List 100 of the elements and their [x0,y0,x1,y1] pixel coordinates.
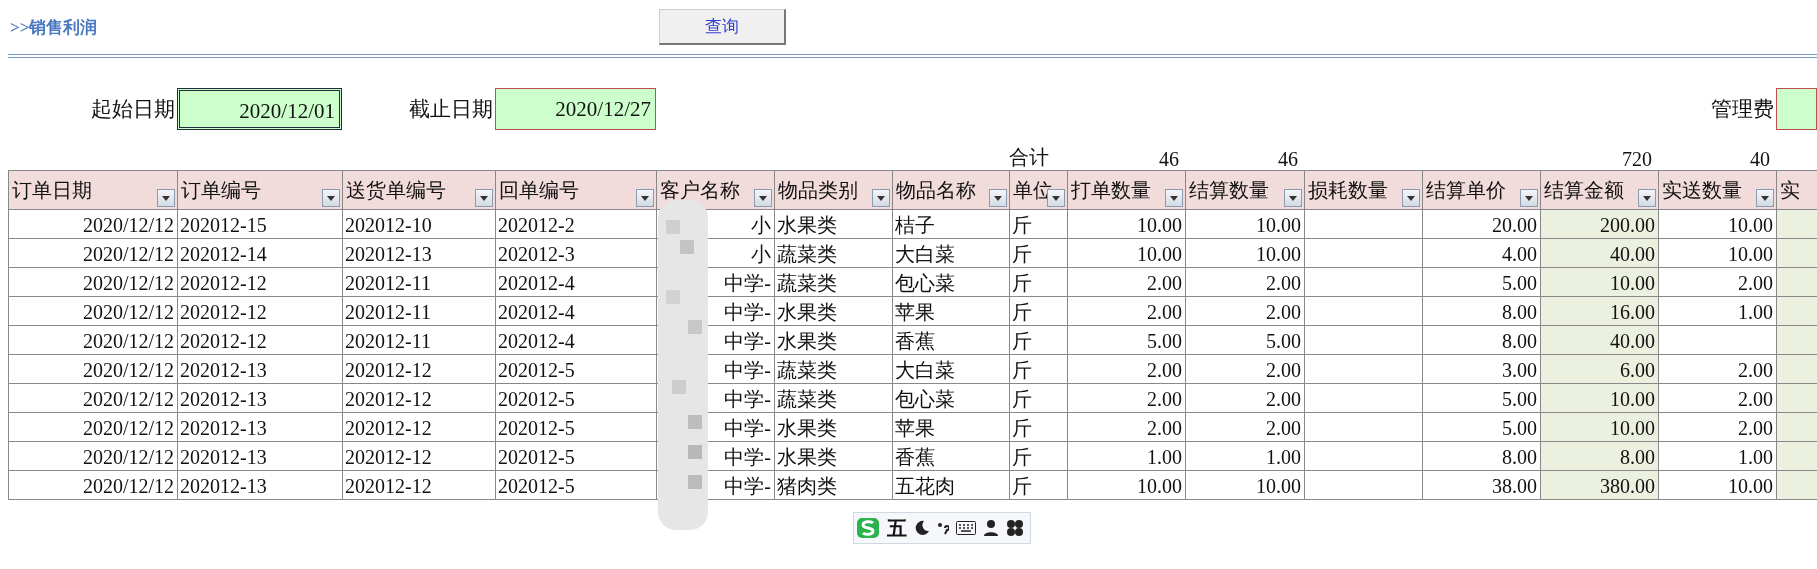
table-cell: 2.00 [1186,384,1305,413]
table-cell: 202012-11 [343,297,496,326]
table-cell: 202012-12 [343,471,496,500]
table-cell: 2020/12/12 [9,471,178,500]
table-cell: 202012-12 [178,268,343,297]
table-cell: 10.00 [1541,384,1659,413]
table-cell [1777,268,1817,297]
table-cell: 10.00 [1068,239,1186,268]
column-header: 物品类别 [775,171,893,210]
date-field[interactable] [1776,88,1817,130]
filter-dropdown[interactable] [872,189,890,207]
table-cell: 1.00 [1186,442,1305,471]
table-cell: 猪肉类 [775,471,893,500]
table-cell: 苹果 [893,413,1010,442]
table-cell: 斤 [1010,413,1068,442]
table-cell: 包心菜 [893,268,1010,297]
table-cell: 2020/12/12 [9,326,178,355]
filter-dropdown[interactable] [1284,189,1302,207]
table-cell: 斤 [1010,384,1068,413]
table-cell: 202012-10 [343,210,496,239]
caret-icon [1170,195,1178,201]
clover-icon[interactable] [1006,519,1024,537]
filter-dropdown[interactable] [322,189,340,207]
table-cell: 蔬菜类 [775,355,893,384]
caret-icon [1761,195,1769,201]
table-cell: 202012-11 [343,268,496,297]
table-cell: 2.00 [1068,355,1186,384]
keyboard-icon[interactable] [956,521,976,535]
table-cell: 2.00 [1068,384,1186,413]
table-cell: 202012-11 [343,326,496,355]
table-cell: 大白菜 [893,239,1010,268]
column-header: 回单编号 [496,171,657,210]
table-cell: 大白菜 [893,355,1010,384]
table-cell: 16.00 [1541,297,1659,326]
table-cell: 水果类 [775,413,893,442]
caret-icon [1407,195,1415,201]
column-header: 结算金额 [1541,171,1659,210]
table-cell [1777,471,1817,500]
table-cell: 水果类 [775,210,893,239]
table-cell: 2020/12/12 [9,413,178,442]
table-cell: 2.00 [1186,355,1305,384]
query-button[interactable]: 查询 [659,9,786,45]
input-mode[interactable]: 五 [887,514,907,542]
total-value: 720 [1621,148,1653,171]
logo-icon[interactable] [856,517,880,539]
filter-dropdown[interactable] [157,189,175,207]
table-cell: 2020/12/12 [9,384,178,413]
filter-dropdown[interactable] [636,189,654,207]
table-cell: 斤 [1010,355,1068,384]
table-cell: 40.00 [1541,326,1659,355]
column-header: 物品名称 [893,171,1010,210]
table-cell [1777,413,1817,442]
column-header: 订单编号 [178,171,343,210]
table-cell: 6.00 [1541,355,1659,384]
user-icon[interactable] [983,519,999,537]
table-cell: 202012-4 [496,326,657,355]
total-value: 46 [1277,148,1299,171]
table-cell [1777,355,1817,384]
date-field[interactable]: 2020/12/27 [495,88,656,130]
filter-dropdown[interactable] [754,189,772,207]
caret-icon [1525,195,1533,201]
filter-dropdown[interactable] [1638,189,1656,207]
table-cell: 10.00 [1068,471,1186,500]
table-cell: 斤 [1010,326,1068,355]
table-cell: 2020/12/12 [9,355,178,384]
table-cell: 斤 [1010,442,1068,471]
table-cell: 380.00 [1541,471,1659,500]
table-cell: 2.00 [1068,413,1186,442]
caret-icon [1052,195,1060,201]
column-header: 送货单编号 [343,171,496,210]
table-cell: 202012-13 [178,413,343,442]
table-cell: 2020/12/12 [9,297,178,326]
filter-dropdown[interactable] [1756,189,1774,207]
filter-label: 起始日期 [90,96,176,123]
caret-icon [480,195,488,201]
date-field[interactable]: 2020/12/01 [177,88,342,130]
filter-dropdown[interactable] [1520,189,1538,207]
table-cell: 2.00 [1186,268,1305,297]
table-cell: 2.00 [1068,297,1186,326]
sheet-title: >>销售利润 [10,16,99,39]
table-cell: 2.00 [1068,268,1186,297]
moon-icon[interactable] [914,520,930,536]
table-cell: 斤 [1010,239,1068,268]
table-cell: 5.00 [1186,326,1305,355]
table-cell [1777,384,1817,413]
filter-dropdown[interactable] [1402,189,1420,207]
punctuation-icon[interactable] [937,520,949,536]
table-cell [1777,326,1817,355]
table-cell [1777,210,1817,239]
filter-dropdown[interactable] [475,189,493,207]
caret-icon [759,195,767,201]
table-cell: 202012-5 [496,355,657,384]
table-cell: 202012-14 [178,239,343,268]
filter-dropdown[interactable] [989,189,1007,207]
column-header: 结算单价 [1423,171,1541,210]
caret-icon [162,195,170,201]
table-cell: 202012-4 [496,268,657,297]
column-header: 实送数量 [1659,171,1777,210]
filter-dropdown[interactable] [1165,189,1183,207]
table-cell: 10.00 [1186,471,1305,500]
